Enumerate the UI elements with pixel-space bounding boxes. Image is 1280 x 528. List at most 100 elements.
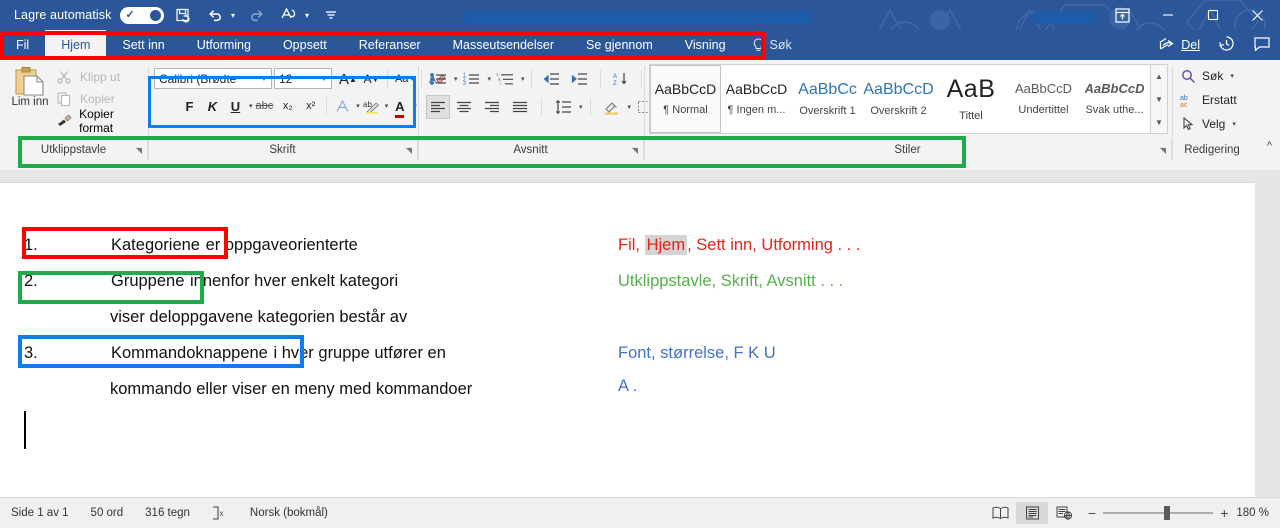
undo-icon[interactable]	[202, 3, 228, 27]
tab-sett-inn[interactable]: Sett inn	[106, 30, 180, 60]
strikethrough-button[interactable]: abc	[253, 94, 277, 118]
print-layout-icon[interactable]	[1016, 502, 1048, 524]
comments-button[interactable]	[1244, 30, 1280, 60]
align-center-icon[interactable]	[450, 95, 478, 119]
tab-hjem[interactable]: Hjem	[45, 30, 106, 60]
format-painter-dropdown-icon[interactable]: ▾	[303, 11, 312, 20]
tab-visning[interactable]: Visning	[669, 30, 742, 60]
autosave-toggle[interactable]: ✓	[120, 7, 164, 24]
shrink-font-button[interactable]: A▼	[360, 67, 383, 91]
share-button[interactable]: Del	[1150, 30, 1209, 60]
zoom-level-label[interactable]: 180 %	[1236, 507, 1280, 519]
line-spacing-icon[interactable]	[549, 95, 577, 119]
ribbon-tab-bar: Fil Hjem Sett inn Utforming Oppsett Refe…	[0, 30, 1280, 60]
font-size-value: 12	[279, 72, 317, 86]
collapse-ribbon-icon[interactable]: ^	[1267, 140, 1272, 152]
tab-se-gjennom[interactable]: Se gjennom	[570, 30, 669, 60]
numbering-icon[interactable]: 1 2 3	[458, 67, 486, 91]
cut-button[interactable]: Klipp ut	[54, 66, 148, 88]
version-history-button[interactable]	[1209, 30, 1244, 60]
align-right-icon[interactable]	[478, 95, 506, 119]
justify-icon[interactable]	[506, 95, 534, 119]
bold-button[interactable]: F	[178, 94, 201, 118]
style-overskrift-2[interactable]: AaBbCcD Overskrift 2	[863, 65, 934, 133]
find-button[interactable]: Søk ▾	[1180, 64, 1237, 88]
paste-button[interactable]: Lim inn	[8, 66, 52, 109]
styles-dialog-launcher-icon[interactable]: ◥	[1160, 146, 1166, 155]
language-indicator[interactable]: Norsk (bokmål)	[239, 507, 339, 519]
font-name-chevron-down-icon[interactable]: ▾	[257, 74, 271, 83]
italic-button[interactable]: K	[201, 94, 224, 118]
text-effects-button[interactable]	[331, 94, 354, 118]
read-mode-icon[interactable]	[984, 502, 1016, 524]
close-button[interactable]	[1235, 0, 1280, 30]
replace-button[interactable]: ab ac Erstatt	[1180, 88, 1237, 112]
search-box[interactable]: Søk	[742, 30, 808, 60]
document-list-left: 1.Kategoriene er oppgaveorienterte 2.Gru…	[24, 227, 584, 407]
multilevel-list-dropdown-icon[interactable]: ▾	[521, 75, 525, 83]
autosave-label: Lagre automatisk	[14, 8, 112, 22]
tab-fil[interactable]: Fil	[0, 30, 45, 60]
tab-referanser[interactable]: Referanser	[343, 30, 437, 60]
paragraph-dialog-launcher-icon[interactable]: ◥	[632, 146, 638, 155]
font-name-combo[interactable]: Calibri (Brødte ▾	[154, 68, 272, 89]
find-dropdown-icon[interactable]: ▾	[1230, 72, 1234, 80]
shading-icon[interactable]	[598, 95, 626, 119]
char-count[interactable]: 316 tegn	[134, 507, 201, 519]
zoom-in-button[interactable]: +	[1220, 508, 1228, 518]
style-overskrift-1[interactable]: AaBbCc Overskrift 1	[792, 65, 863, 133]
style-ingen-mellomrom[interactable]: AaBbCcD ¶ Ingen m...	[721, 65, 792, 133]
sort-icon[interactable]: A Z	[607, 67, 635, 91]
styles-scroll-down-icon[interactable]: ▼	[1151, 89, 1167, 109]
styles-more-icon[interactable]: ▼	[1151, 112, 1167, 132]
spellcheck-icon[interactable]: x	[201, 506, 239, 520]
increase-indent-icon[interactable]	[566, 67, 594, 91]
font-size-combo[interactable]: 12 ▾	[274, 68, 332, 89]
word-count[interactable]: 50 ord	[80, 507, 135, 519]
multilevel-list-icon[interactable]: 1 a i	[491, 67, 519, 91]
undo-dropdown-icon[interactable]: ▾	[229, 11, 238, 20]
page-indicator[interactable]: Side 1 av 1	[0, 507, 80, 519]
tab-oppsett[interactable]: Oppsett	[267, 30, 343, 60]
text-before: Fil,	[618, 236, 645, 254]
zoom-slider[interactable]: − +	[1080, 508, 1236, 518]
format-painter-label: Kopier format	[79, 107, 148, 135]
zoom-track[interactable]	[1103, 512, 1213, 514]
ribbon-display-options-icon[interactable]	[1100, 0, 1145, 30]
tab-masseutsendelser[interactable]: Masseutsendelser	[437, 30, 570, 60]
align-left-icon[interactable]	[426, 95, 450, 119]
select-dropdown-icon[interactable]: ▾	[1232, 120, 1236, 128]
font-color-dropdown-icon[interactable]: ▾	[413, 102, 417, 110]
styles-gallery-scrollbar[interactable]: ▲ ▼ ▼	[1150, 65, 1167, 133]
font-dialog-launcher-icon[interactable]: ◥	[406, 146, 412, 155]
change-case-button[interactable]: Aa▾	[392, 67, 417, 91]
customize-qat-icon[interactable]	[318, 3, 344, 27]
format-painter-button[interactable]: Kopier format	[54, 110, 148, 132]
line-spacing-dropdown-icon[interactable]: ▾	[579, 103, 583, 111]
bullets-icon[interactable]	[424, 67, 452, 91]
styles-scroll-up-icon[interactable]: ▲	[1151, 66, 1167, 86]
web-layout-icon[interactable]	[1048, 502, 1080, 524]
select-button[interactable]: Velg ▾	[1180, 112, 1237, 136]
minimize-button[interactable]	[1145, 0, 1190, 30]
highlight-button[interactable]: ab	[360, 94, 383, 118]
clipboard-dialog-launcher-icon[interactable]: ◥	[136, 146, 142, 155]
decrease-indent-icon[interactable]	[538, 67, 566, 91]
maximize-button[interactable]	[1190, 0, 1235, 30]
style-undertittel[interactable]: AaBbCcD Undertittel	[1008, 65, 1079, 133]
underline-button[interactable]: U	[224, 94, 247, 118]
zoom-handle[interactable]	[1164, 506, 1170, 520]
superscript-button[interactable]: x²	[299, 94, 322, 118]
format-painter-icon[interactable]	[276, 3, 302, 27]
save-icon[interactable]	[170, 3, 196, 27]
subscript-button[interactable]: x₂	[276, 94, 299, 118]
document-page[interactable]: 1.Kategoriene er oppgaveorienterte 2.Gru…	[0, 182, 1255, 498]
zoom-out-button[interactable]: −	[1088, 508, 1096, 518]
style-svak-utheving[interactable]: AaBbCcD Svak uthe...	[1079, 65, 1150, 133]
style-normal[interactable]: AaBbCcD ¶ Normal	[650, 65, 721, 133]
style-tittel[interactable]: AaB Tittel	[934, 65, 1008, 133]
grow-font-button[interactable]: A▲	[336, 67, 360, 91]
font-color-button[interactable]: A	[388, 94, 411, 118]
tab-utforming[interactable]: Utforming	[181, 30, 267, 60]
font-size-chevron-down-icon[interactable]: ▾	[317, 74, 331, 83]
